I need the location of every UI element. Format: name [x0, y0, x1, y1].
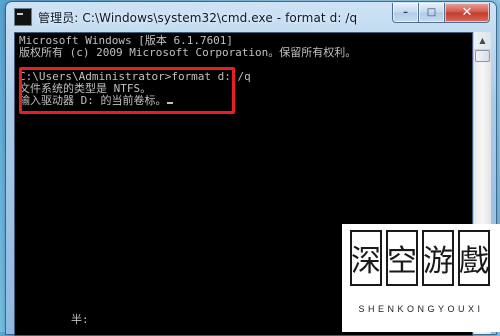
scroll-up-arrow-icon[interactable]: ▲ — [474, 32, 491, 50]
maximize-button[interactable]: □ — [419, 3, 445, 23]
scroll-thumb[interactable] — [475, 50, 490, 62]
logo-char: 戲 — [458, 230, 490, 286]
logo-char: 空 — [386, 230, 418, 286]
logo-chars: 深 空 游 戲 — [350, 230, 490, 286]
close-button[interactable]: ✕ — [445, 3, 490, 23]
logo-char: 游 — [422, 230, 454, 286]
logo-char: 深 — [350, 230, 382, 286]
watermark-logo: 深 空 游 戲 SHENKONGYOUXI — [342, 224, 500, 332]
logo-subtitle: SHENKONGYOUXI — [358, 304, 484, 314]
cmd-icon — [14, 8, 32, 26]
minimize-button[interactable]: – — [392, 3, 419, 23]
highlight-box — [19, 67, 235, 114]
caption-buttons: – □ ✕ — [392, 3, 490, 23]
console-line: 版权所有 (c) 2009 Microsoft Corporation。保留所有… — [19, 46, 357, 59]
window-title: 管理员: C:\Windows\system32\cmd.exe - forma… — [38, 10, 358, 25]
title-bar[interactable]: 管理员: C:\Windows\system32\cmd.exe - forma… — [6, 2, 496, 32]
ime-status: 半: — [71, 313, 89, 326]
